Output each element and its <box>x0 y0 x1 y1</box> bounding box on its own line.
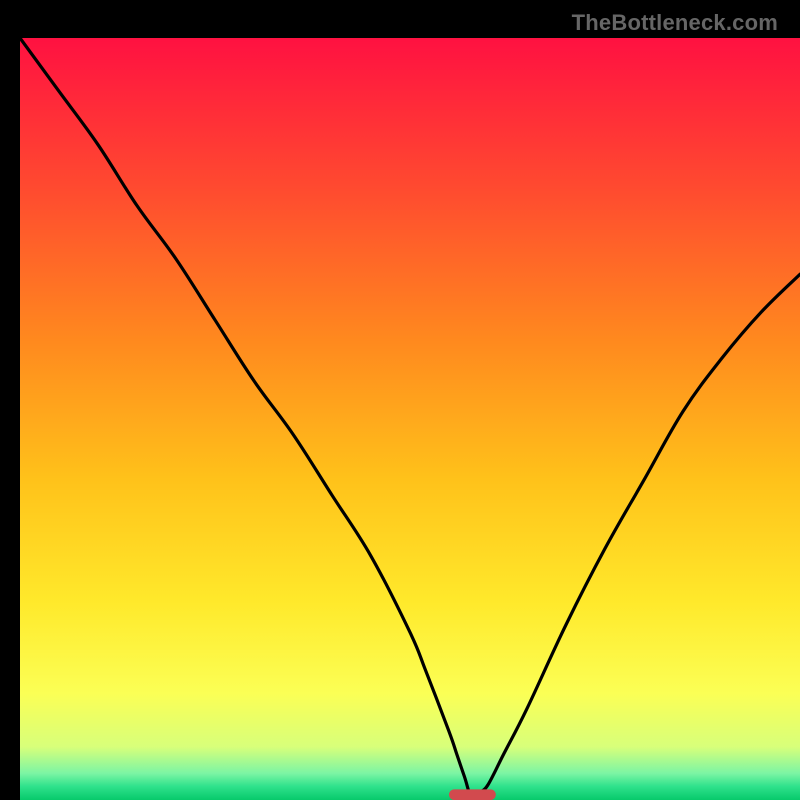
watermark-text: TheBottleneck.com <box>572 10 778 36</box>
bottleneck-chart <box>20 38 800 800</box>
gradient-background <box>20 38 800 800</box>
chart-frame: TheBottleneck.com <box>10 10 790 790</box>
optimum-marker <box>449 789 496 800</box>
chart-area <box>20 38 800 800</box>
